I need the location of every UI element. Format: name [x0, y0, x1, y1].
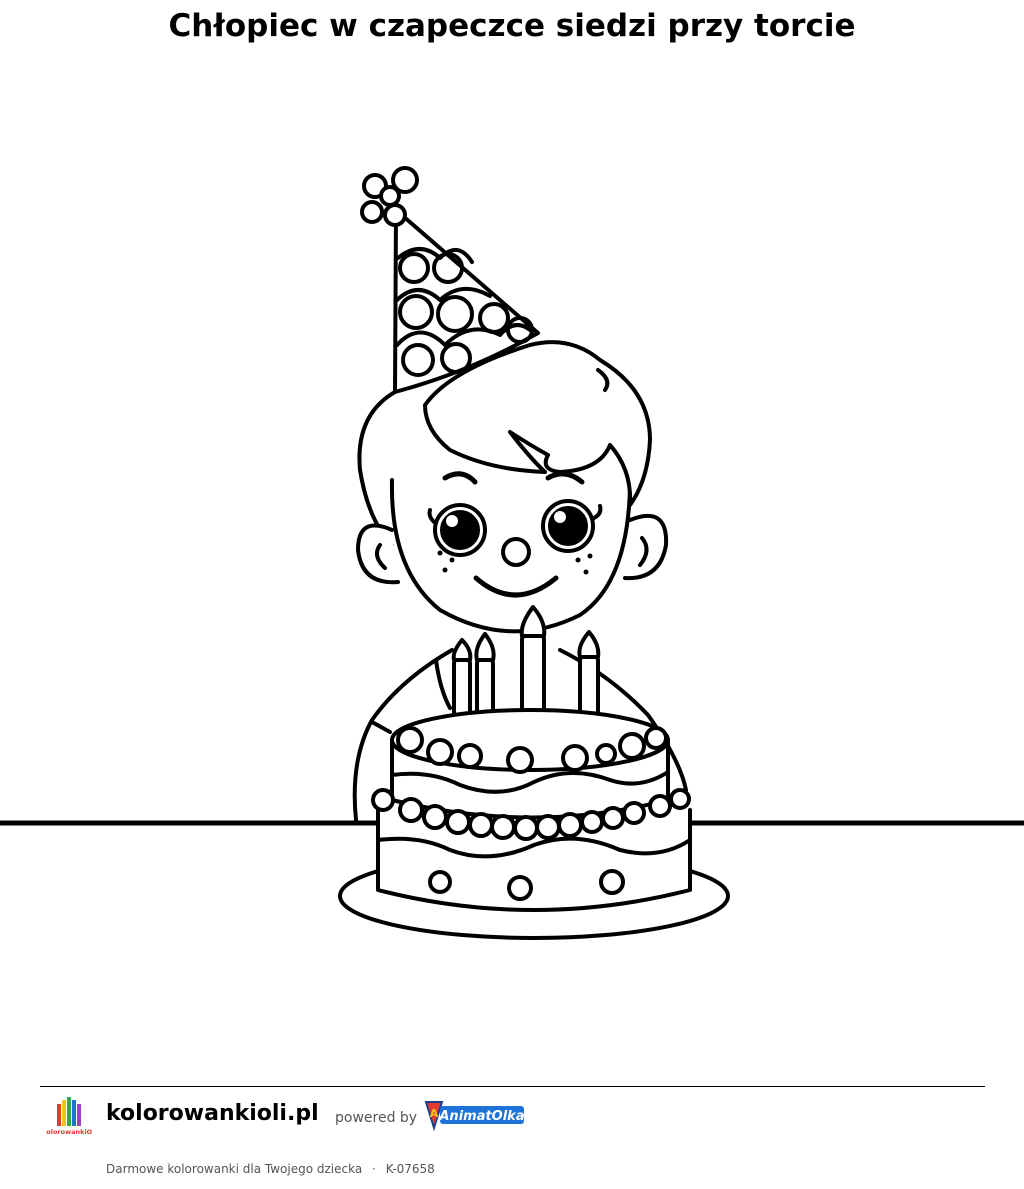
animatolka-superhero-badge-icon[interactable]: A AnimatOlka: [424, 1098, 528, 1134]
hair-back: [357, 390, 397, 547]
coloring-illustration: [0, 166, 1024, 940]
separator: ·: [372, 1162, 376, 1176]
site-name[interactable]: kolorowankioli.pl: [106, 1101, 319, 1126]
footer-tagline: Darmowe kolorowanki dla Twojego dziecka …: [106, 1162, 435, 1176]
footer-divider: [40, 1086, 985, 1087]
nose: [501, 537, 531, 567]
coloring-code: K-07658: [385, 1162, 435, 1176]
svg-text:KolorowankiOli: KolorowankiOli: [46, 1128, 92, 1136]
tagline-text: Darmowe kolorowanki dla Twojego dziecka: [106, 1162, 363, 1176]
colorful-crayons-logo-icon[interactable]: KolorowankiOli: [46, 1094, 92, 1140]
powered-by-label: powered by: [335, 1110, 418, 1126]
svg-text:AnimatOlka: AnimatOlka: [438, 1109, 524, 1124]
page-title: Chłopiec w czapeczce siedzi przy torcie: [168, 8, 856, 44]
hat-flower: [360, 166, 419, 227]
svg-text:A: A: [430, 1107, 439, 1120]
